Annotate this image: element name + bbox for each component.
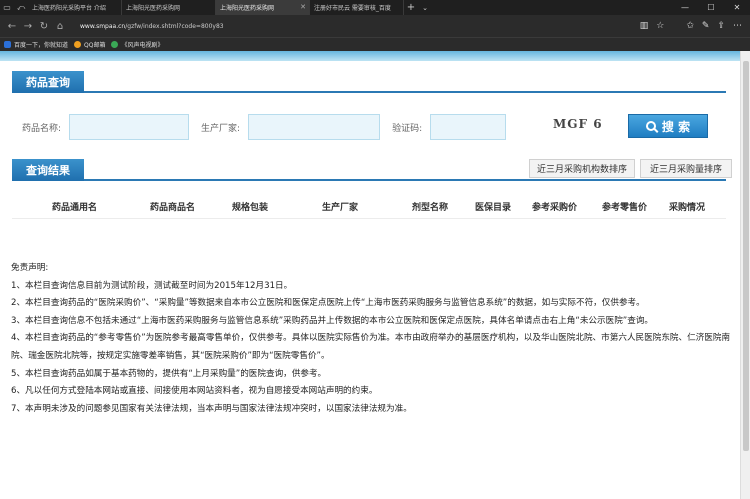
favorite-label: QQ邮箱 [84,42,106,49]
tab-label: 上海阳光医药采购网 [126,5,181,12]
address-bar-actions: ▥ ☆ ✩ ✎ ⇪ ⋯ [640,21,750,31]
minimize-icon[interactable]: — [672,0,698,15]
share-icon[interactable]: ⇪ [717,21,725,31]
disclaimer-item: 3、本栏目查询信息不包括未通过“上海市医药采购服务与监管信息系统”采购药品并上传… [11,315,654,326]
disclaimer-heading: 免责声明: [11,263,49,273]
column-header: 规格包装 [232,203,269,213]
favorite-label: 百度一下，你就知道 [14,42,69,49]
favorites-icon[interactable]: ✩ [686,21,694,31]
browser-tab-1[interactable]: 上海医药阳光采购平台 介绍 [28,0,122,15]
maximize-icon[interactable]: ☐ [698,0,724,15]
browser-tab-bar: ▭ ⤺ 上海医药阳光采购平台 介绍 上海阳光医药采购网 上海阳光医药采购网 ✕ 注… [0,0,750,15]
search-icon [645,121,656,131]
url-path: /gzfw/index.shtml?code=800y83 [125,22,224,30]
favicon-icon [111,41,119,48]
column-header: 生产厂家 [322,203,359,213]
results-table-header: 药品通用名 药品商品名 规格包装 生产厂家 剂型名称 医保目录 参考采购价 参考… [12,200,726,214]
forward-icon[interactable]: → [20,21,36,32]
url-host: www.smpaa.cn [80,22,126,30]
divider [672,21,678,31]
drug-query-title: 药品查询 [12,71,84,93]
favicon-icon [4,41,11,48]
column-header: 药品商品名 [150,203,196,213]
disclaimer-item: 1、本栏目查询信息目前为测试阶段，测试截至时间为2015年12月31日。 [11,280,293,291]
column-header: 采购情况 [669,203,706,213]
divider [12,218,726,219]
header-banner [0,51,740,61]
disclaimer-item: 6、凡以任何方式登陆本网站或直接、间接使用本网站资料者，视为自愿接受本网站声明的… [11,386,378,397]
captcha-label: 验证码: [392,123,423,134]
tab-label: 注册好市民云 需要审核_百度 [314,5,391,12]
tab-label: 上海医药阳光采购平台 介绍 [32,5,106,12]
captcha-image[interactable]: MGF 6 [553,117,603,137]
new-tab-icon[interactable]: + [404,0,418,15]
star-icon[interactable]: ☆ [656,21,664,31]
favorite-item[interactable]: 《风声电视剧》 [111,40,163,49]
manufacturer-input[interactable] [248,114,381,140]
column-header: 医保目录 [475,203,512,213]
captcha-input[interactable] [430,114,507,140]
refresh-icon[interactable]: ↻ [36,21,52,32]
close-window-icon[interactable]: ✕ [724,0,750,15]
drug-name-input[interactable] [69,114,190,140]
search-button-label: 搜 索 [661,119,691,134]
disclaimer: 免责声明: 1、本栏目查询信息目前为测试阶段，测试截至时间为2015年12月31… [11,260,733,418]
page-content: 药品查询 药品名称: 生产厂家: 验证码: MGF 6 搜 索 查询结果 近三月… [0,51,740,499]
window-controls: — ☐ ✕ [672,0,750,15]
home-icon[interactable]: ⌂ [52,21,68,32]
browser-tab-3[interactable]: 上海阳光医药采购网 ✕ [216,0,310,15]
close-icon[interactable]: ✕ [300,3,306,11]
drug-name-label: 药品名称: [22,123,62,134]
manufacturer-label: 生产厂家: [201,123,241,134]
scrollbar[interactable] [740,51,750,499]
drug-query-header: 药品查询 [12,71,726,93]
disclaimer-item: 5、本栏目查询药品如属于基本药物的，提供有“上月采购量”的医院查询，供参考。 [11,368,327,379]
favorites-bar: 百度一下，你就知道 QQ邮箱 《风声电视剧》 [0,37,750,51]
search-form: 药品名称: 生产厂家: 验证码: [12,113,726,141]
disclaimer-item: 2、本栏目查询药品的“医院采购价”、“采购量”等数据来自本市公立医院和医保定点医… [11,298,645,309]
disclaimer-item: 7、本声明未涉及的问题参见国家有关法律法规，当本声明与国家法律法规冲突时，以国家… [11,403,412,414]
browser-tab-2[interactable]: 上海阳光医药采购网 [122,0,216,15]
scrollbar-thumb[interactable] [743,61,749,451]
column-header: 参考零售价 [602,203,648,213]
column-header: 药品通用名 [52,203,98,213]
more-icon[interactable]: ⋯ [733,21,742,31]
results-title: 查询结果 [12,159,84,181]
back-icon[interactable]: ← [4,21,20,32]
favorite-item[interactable]: QQ邮箱 [74,40,105,49]
disclaimer-item: 4、本栏目查询药品的“参考零售价”为医院参考最高零售单价，仅供参考。具体以医院实… [11,333,731,361]
tab-preview-icon[interactable]: ▭ [0,0,14,15]
sort-by-volume-button[interactable]: 近三月采购量排序 [640,159,732,178]
column-header: 剂型名称 [412,203,449,213]
reading-view-icon[interactable]: ▥ [640,21,649,31]
tab-back-icon[interactable]: ⤺ [14,0,28,15]
browser-tab-4[interactable]: 注册好市民云 需要审核_百度 [310,0,404,15]
chevron-down-icon[interactable]: ⌄ [418,0,432,15]
tab-label: 上海阳光医药采购网 [220,5,275,12]
url-field[interactable]: www.smpaa.cn/gzfw/index.shtml?code=800y8… [80,23,640,30]
favicon-icon [74,41,82,48]
address-bar: ← → ↻ ⌂ www.smpaa.cn/gzfw/index.shtml?co… [0,15,750,37]
favorite-item[interactable]: 百度一下，你就知道 [4,40,68,49]
search-button[interactable]: 搜 索 [628,114,708,138]
pen-icon[interactable]: ✎ [702,21,710,31]
sort-by-institutions-button[interactable]: 近三月采购机构数排序 [529,159,635,178]
favorite-label: 《风声电视剧》 [121,42,164,49]
column-header: 参考采购价 [532,203,578,213]
